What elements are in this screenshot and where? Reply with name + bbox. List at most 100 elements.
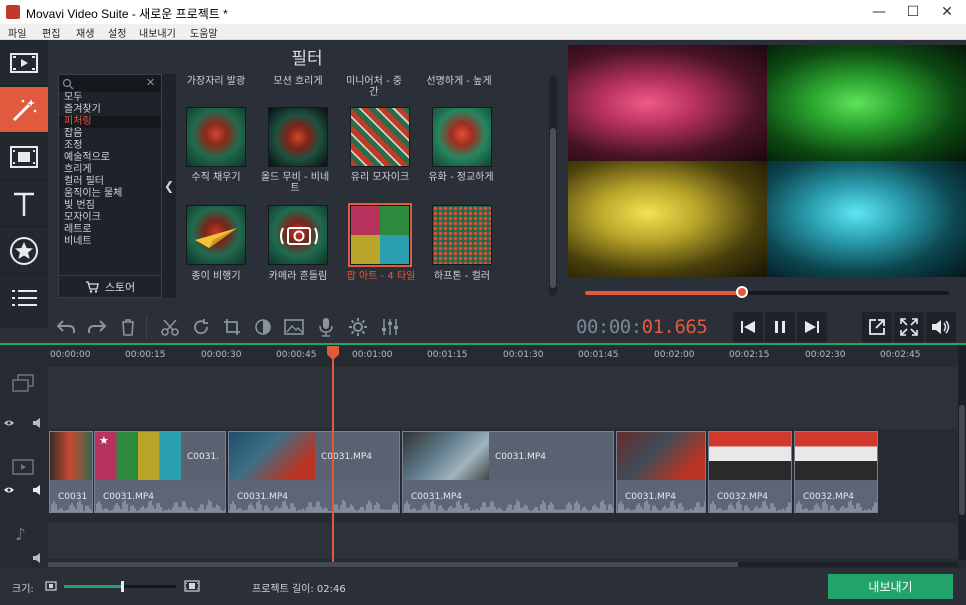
collapse-categories-button[interactable]: ❮ [162,74,176,298]
timecode-display: 00:00:01.665 [576,316,708,338]
category-mosaic[interactable]: 모자이크 [64,212,101,224]
filter-thumb-camera-shake[interactable] [268,205,328,265]
category-adjust[interactable]: 조정 [64,140,82,152]
clip-thumbnail [617,432,705,480]
close-button[interactable]: ✕ [930,0,964,24]
timeline-clip[interactable]: C0032.MP4 [708,431,792,513]
maximize-button[interactable]: ☐ [896,0,930,24]
cut-button[interactable] [154,311,185,342]
clip-thumbnail [403,432,489,480]
sidebar-transitions-button[interactable] [0,134,48,180]
voice-record-button[interactable] [310,311,341,342]
menu-playback[interactable]: 재생 [76,25,94,40]
equalizer-button[interactable] [374,311,405,342]
project-length: 프로젝트 길이: 02:46 [252,584,346,595]
sidebar-more-button[interactable] [0,275,48,321]
minimize-button[interactable]: — [862,0,896,24]
crop-button[interactable] [216,311,247,342]
playback-progress-bar[interactable] [585,286,949,298]
export-button[interactable]: 내보내기 [828,574,953,599]
store-label: 스토어 [104,280,136,294]
image-button[interactable] [278,311,309,342]
clear-search-icon[interactable]: ✕ [146,76,155,89]
filter-thumb-old-movie[interactable] [268,107,328,167]
playhead-line[interactable] [332,346,334,562]
speaker-icon[interactable] [32,485,44,495]
popout-preview-button[interactable] [862,312,892,342]
category-moving-objects[interactable]: 움직이는 물체 [64,188,122,200]
timecode-current: 01.665 [641,316,708,338]
category-all[interactable]: 모두 [64,92,82,104]
eye-icon[interactable] [3,419,15,427]
menu-edit[interactable]: 편집 [42,25,60,40]
category-retro[interactable]: 레트로 [64,224,92,236]
timeline-clip[interactable]: C0032.MP4 [794,431,878,513]
camera-shake-icon [280,227,318,245]
filter-thumb-paper-plane[interactable] [186,205,246,265]
filter-thumb-vertical-fill[interactable] [186,107,246,167]
ruler-tick: 00:02:45 [880,350,921,360]
timeline-clip[interactable]: C0031.MP4 [616,431,706,513]
volume-button[interactable] [926,312,956,342]
fullscreen-button[interactable] [894,312,924,342]
menu-settings[interactable]: 설정 [108,25,126,40]
titles-t-icon [14,192,34,216]
speaker-icon[interactable] [32,418,44,428]
undo-button[interactable] [50,311,81,342]
timeline-clip[interactable]: C0031.MP4 C0031.MP4 [402,431,614,513]
skip-back-button[interactable] [733,312,763,342]
color-adjust-button[interactable] [247,311,278,342]
timeline-clip[interactable]: C0031 [49,431,93,513]
category-featured[interactable]: 피처링 [59,116,161,128]
sidebar-import-button[interactable] [0,40,48,86]
skip-forward-button[interactable] [797,312,827,342]
category-vignette[interactable]: 비네트 [64,236,92,248]
timeline-horizontal-scrollbar[interactable] [48,562,958,567]
menu-help[interactable]: 도움말 [190,25,218,40]
zoom-in-icon[interactable] [184,580,200,592]
menu-export[interactable]: 내보내기 [139,25,176,40]
category-light-leaks[interactable]: 빛 번짐 [64,200,95,212]
filter-motion-blur-label: 모션 흐리게 [273,76,323,87]
filter-thumb-glass-mosaic[interactable] [350,107,410,167]
menu-file[interactable]: 파일 [8,25,26,40]
filters-scrollbar-thumb[interactable] [550,128,556,288]
timeline-clip[interactable]: ★ C0031. C0031.MP4 [94,431,226,513]
timeline-vscroll-thumb[interactable] [959,405,965,515]
filter-thumb-halftone[interactable] [432,205,492,265]
speaker-icon[interactable] [32,553,44,563]
clip-audio-name: C0031 [58,492,88,502]
rotate-button[interactable] [185,311,216,342]
filter-thumb-oil-painting[interactable] [432,107,492,167]
zoom-out-icon[interactable] [45,581,57,591]
sidebar-stickers-button[interactable] [0,228,48,274]
timeline-vertical-scrollbar[interactable] [958,345,966,560]
pause-button[interactable] [765,312,795,342]
clip-audio-name: C0032.MP4 [717,492,768,502]
clip-settings-button[interactable] [342,311,373,342]
sidebar-titles-button[interactable] [0,181,48,227]
filter-thumb-pop-art[interactable] [348,203,412,267]
filters-scrollbar[interactable] [549,76,557,296]
eye-icon[interactable] [3,486,15,494]
redo-button[interactable] [81,311,112,342]
music-track-lane[interactable] [48,523,958,559]
timeline-ruler[interactable]: 00:00:00 00:00:15 00:00:30 00:00:45 00:0… [48,347,966,365]
category-artistic[interactable]: 예술적으로 [64,152,110,164]
category-favorites[interactable]: 즐겨찾기 [64,104,101,116]
timeline-clip[interactable]: C0031.MP4 C0031.MP4 [228,431,400,513]
category-noise[interactable]: 잡음 [64,128,82,140]
category-blur[interactable]: 흐리게 [64,164,92,176]
zoom-slider[interactable] [64,581,176,592]
category-color-filter[interactable]: 컬러 필터 [64,176,104,188]
overlay-track-lane[interactable] [48,367,958,429]
timeline-hscroll-thumb[interactable] [48,562,738,567]
playback-progress-handle[interactable] [735,286,748,298]
ruler-tick: 00:01:15 [427,350,468,360]
sidebar-filters-button[interactable] [0,87,48,133]
store-button[interactable]: 스토어 [59,275,161,297]
preview-quad-yellow [568,161,767,277]
category-search-field[interactable]: ✕ [59,75,161,92]
zoom-slider-handle[interactable] [121,581,125,592]
delete-button[interactable] [112,311,143,342]
